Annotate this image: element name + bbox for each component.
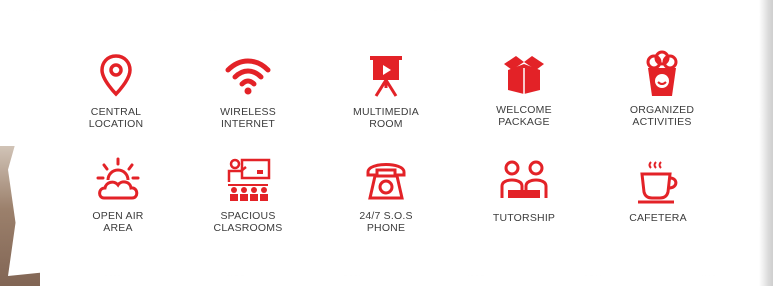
amenity-label: MULTIMEDIA ROOM <box>353 106 419 130</box>
amenity-label: 24/7 S.O.S PHONE <box>359 210 413 234</box>
amenity-central-location: CENTRAL LOCATION <box>46 52 186 130</box>
wifi-icon <box>225 58 271 95</box>
amenity-label: OPEN AIR AREA <box>92 210 144 234</box>
amenity-open-air-area: OPEN AIR AREA <box>48 156 188 234</box>
projector-screen-icon <box>370 56 402 97</box>
telephone-icon <box>366 163 406 200</box>
amenity-multimedia-room: MULTIMEDIA ROOM <box>316 52 456 130</box>
sun-cloud-icon <box>96 157 140 200</box>
amenity-label: WIRELESS INTERNET <box>220 106 276 130</box>
amenity-label: CENTRAL LOCATION <box>88 106 144 130</box>
people-desk-icon <box>500 160 548 198</box>
amenity-label: TUTORSHIP <box>492 212 556 224</box>
amenity-cafetera: CAFETERA <box>588 158 728 224</box>
amenity-wireless-internet: WIRELESS INTERNET <box>178 52 318 130</box>
amenity-sos-phone: 24/7 S.O.S PHONE <box>316 156 456 234</box>
amenity-label: SPACIOUS CLASROOMS <box>213 210 283 234</box>
amenity-label: CAFETERA <box>629 212 687 224</box>
amenity-spacious-classrooms: SPACIOUS CLASROOMS <box>178 156 318 234</box>
classroom-icon <box>227 158 271 201</box>
amenity-tutorship: TUTORSHIP <box>454 158 594 224</box>
amenity-organized-activities: ORGANIZED ACTIVITIES <box>592 50 732 128</box>
amenity-welcome-package: WELCOME PACKAGE <box>454 50 594 128</box>
location-pin-icon <box>100 54 132 97</box>
coffee-cup-icon <box>638 161 678 204</box>
open-box-icon <box>504 56 544 94</box>
amenities-panel: CENTRAL LOCATION WIRELESS INTERNET MULTI… <box>8 10 760 276</box>
amenity-label: ORGANIZED ACTIVITIES <box>629 104 695 128</box>
popcorn-icon <box>646 50 678 96</box>
gray-edge <box>759 0 773 286</box>
amenity-label: WELCOME PACKAGE <box>496 104 552 128</box>
